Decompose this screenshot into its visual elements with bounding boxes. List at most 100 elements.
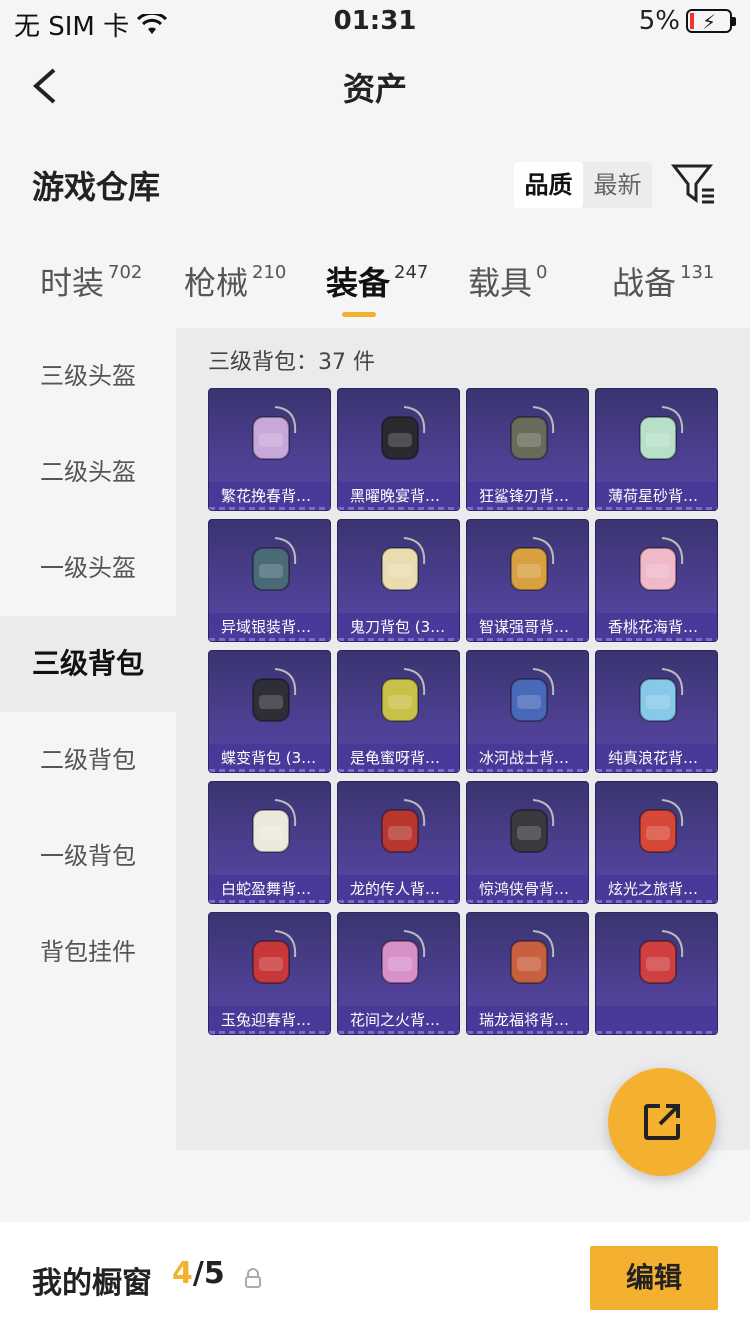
item-name: 繁花挽春背… bbox=[209, 482, 330, 510]
tab-count: 702 bbox=[108, 262, 143, 283]
backpack-image bbox=[639, 537, 684, 591]
showcase-label: 我的橱窗 bbox=[32, 1266, 152, 1301]
item-card[interactable]: 白蛇盈舞背… bbox=[208, 781, 331, 904]
item-card[interactable]: 黑曜晚宴背… bbox=[337, 388, 460, 511]
item-name: 智谋强哥背… bbox=[467, 613, 588, 641]
item-card[interactable]: 鬼刀背包 (3… bbox=[337, 519, 460, 642]
backpack-image bbox=[381, 537, 426, 591]
item-count: 三级背包：37 件 bbox=[208, 350, 375, 375]
item-name: 纯真浪花背… bbox=[596, 744, 717, 772]
backpack-image bbox=[510, 406, 555, 460]
backpack-image bbox=[639, 668, 684, 722]
item-card[interactable]: 薄荷星砂背… bbox=[595, 388, 718, 511]
item-name bbox=[596, 1006, 717, 1034]
item-name: 龙的传人背… bbox=[338, 875, 459, 903]
item-card[interactable]: 狂鲨锋刃背… bbox=[466, 388, 589, 511]
item-card[interactable]: 冰河战士背… bbox=[466, 650, 589, 773]
sidebar-item-lv2-backpack[interactable]: 二级背包 bbox=[0, 712, 176, 808]
filter-button[interactable] bbox=[670, 160, 718, 208]
sort-latest-button[interactable]: 最新 bbox=[583, 162, 652, 208]
sidebar-item-lv1-backpack[interactable]: 一级背包 bbox=[0, 808, 176, 904]
item-name: 惊鸿侠骨背… bbox=[467, 875, 588, 903]
share-icon bbox=[644, 1104, 680, 1140]
item-name: 异域银装背… bbox=[209, 613, 330, 641]
status-bar: 无 SIM 卡 01:31 5% ⚡ bbox=[0, 0, 750, 44]
clock: 01:31 bbox=[333, 6, 417, 36]
item-card[interactable]: 龙的传人背… bbox=[337, 781, 460, 904]
backpack-image bbox=[639, 930, 684, 984]
item-card[interactable]: 纯真浪花背… bbox=[595, 650, 718, 773]
item-card[interactable]: 炫光之旅背… bbox=[595, 781, 718, 904]
backpack-image bbox=[252, 930, 297, 984]
backpack-image bbox=[252, 537, 297, 591]
battery-percent: 5% bbox=[638, 6, 680, 36]
backpack-image bbox=[381, 668, 426, 722]
item-name: 冰河战士背… bbox=[467, 744, 588, 772]
tab-count: 0 bbox=[536, 262, 548, 283]
item-name: 瑞龙福将背… bbox=[467, 1006, 588, 1034]
backpack-image bbox=[639, 799, 684, 853]
sidebar-item-lv2-helmet[interactable]: 二级头盔 bbox=[0, 424, 176, 520]
edit-button[interactable]: 编辑 bbox=[590, 1246, 718, 1310]
item-name: 鬼刀背包 (3… bbox=[338, 613, 459, 641]
share-button[interactable] bbox=[608, 1068, 716, 1176]
item-panel: 三级背包：37 件 繁花挽春背… 黑曜晚宴背… 狂鲨锋刃背… 薄荷星砂背… 异域银装背…… bbox=[176, 328, 750, 1150]
backpack-image bbox=[510, 799, 555, 853]
tab-count: 131 bbox=[680, 262, 715, 283]
item-card[interactable]: 异域银装背… bbox=[208, 519, 331, 642]
filter-icon bbox=[670, 164, 714, 204]
warehouse-title: 游戏仓库 bbox=[32, 168, 161, 206]
item-name: 炫光之旅背… bbox=[596, 875, 717, 903]
battery-status: 5% ⚡ bbox=[638, 6, 736, 36]
sort-quality-button[interactable]: 品质 bbox=[514, 162, 583, 208]
subcategory-sidebar: 三级头盔 二级头盔 一级头盔 三级背包 二级背包 一级背包 背包挂件 bbox=[0, 328, 176, 1000]
backpack-image bbox=[252, 406, 297, 460]
sidebar-item-lv1-helmet[interactable]: 一级头盔 bbox=[0, 520, 176, 616]
item-name: 白蛇盈舞背… bbox=[209, 875, 330, 903]
tab-count: 247 bbox=[394, 262, 429, 283]
item-name: 薄荷星砂背… bbox=[596, 482, 717, 510]
tab-supplies[interactable]: 战备 131 bbox=[612, 258, 714, 304]
backpack-image bbox=[639, 406, 684, 460]
sidebar-item-backpack-charm[interactable]: 背包挂件 bbox=[0, 904, 176, 1000]
item-card[interactable]: 玉兔迎春背… bbox=[208, 912, 331, 1035]
sidebar-item-lv3-helmet[interactable]: 三级头盔 bbox=[0, 328, 176, 424]
page-title: 资产 bbox=[342, 70, 407, 108]
showcase-count: 4/5 bbox=[172, 1256, 225, 1291]
item-card[interactable]: 瑞龙福将背… bbox=[466, 912, 589, 1035]
item-card[interactable]: 花间之火背… bbox=[337, 912, 460, 1035]
nav-bar: 资产 bbox=[0, 56, 750, 116]
tab-equipment[interactable]: 装备 247 bbox=[326, 258, 428, 304]
category-tabs: 时装 702 枪械 210 装备 247 载具 0 战备 131 bbox=[0, 258, 750, 328]
item-card[interactable]: 香桃花海背… bbox=[595, 519, 718, 642]
item-card[interactable]: 蝶变背包 (3… bbox=[208, 650, 331, 773]
item-grid: 繁花挽春背… 黑曜晚宴背… 狂鲨锋刃背… 薄荷星砂背… 异域银装背… 鬼刀背包 (3… 智谋… bbox=[208, 388, 728, 1035]
tab-count: 210 bbox=[252, 262, 287, 283]
backpack-image bbox=[252, 799, 297, 853]
backpack-image bbox=[510, 930, 555, 984]
sort-toggle: 品质 最新 bbox=[514, 162, 652, 208]
item-name: 花间之火背… bbox=[338, 1006, 459, 1034]
tab-firearms[interactable]: 枪械 210 bbox=[184, 258, 286, 304]
item-card[interactable]: 是龟蜜呀背… bbox=[337, 650, 460, 773]
backpack-image bbox=[510, 668, 555, 722]
item-name: 蝶变背包 (3… bbox=[209, 744, 330, 772]
item-name: 是龟蜜呀背… bbox=[338, 744, 459, 772]
item-card[interactable]: 智谋强哥背… bbox=[466, 519, 589, 642]
backpack-image bbox=[252, 668, 297, 722]
lock-icon bbox=[245, 1268, 261, 1288]
item-name: 黑曜晚宴背… bbox=[338, 482, 459, 510]
item-card[interactable]: 惊鸿侠骨背… bbox=[466, 781, 589, 904]
item-card[interactable] bbox=[595, 912, 718, 1035]
item-name: 狂鲨锋刃背… bbox=[467, 482, 588, 510]
item-name: 香桃花海背… bbox=[596, 613, 717, 641]
item-card[interactable]: 繁花挽春背… bbox=[208, 388, 331, 511]
backpack-image bbox=[381, 799, 426, 853]
battery-icon: ⚡ bbox=[686, 9, 736, 34]
tab-fashion[interactable]: 时装 702 bbox=[40, 258, 142, 304]
sidebar-item-lv3-backpack[interactable]: 三级背包 bbox=[0, 616, 176, 712]
backpack-image bbox=[381, 930, 426, 984]
backpack-image bbox=[510, 537, 555, 591]
tab-vehicles[interactable]: 载具 0 bbox=[468, 258, 547, 304]
backpack-image bbox=[381, 406, 426, 460]
